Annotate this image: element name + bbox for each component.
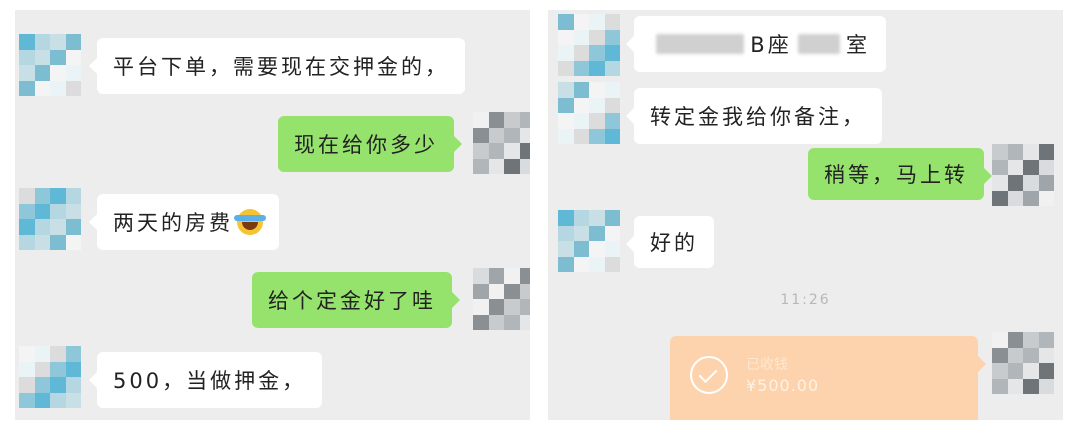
message-text: 两天的房费 (113, 211, 233, 235)
message-bubble-incoming[interactable]: B座 室 (626, 16, 886, 72)
message-bubble-incoming[interactable]: 平台下单，需要现在交押金的， (89, 38, 465, 94)
check-circle-icon (690, 356, 728, 394)
right-chat-panel: B座 室 转定金我给你备注， 稍等，马上转 好的 11:26 已收钱 ¥500.… (548, 10, 1063, 420)
message-text: 现在给你多少 (294, 133, 438, 157)
contact-avatar[interactable] (19, 34, 81, 96)
message-text: 500，当做押金， (113, 369, 307, 393)
transfer-amount: ¥500.00 (746, 376, 820, 395)
message-bubble-incoming[interactable]: 500，当做押金， (88, 352, 323, 408)
message-bubble-incoming[interactable]: 转定金我给你备注， (626, 88, 882, 144)
message-text: 室 (846, 33, 870, 57)
message-text: B座 (750, 33, 792, 57)
transfer-status-label: 已收钱 (746, 357, 788, 373)
laughing-tears-emoji-icon (234, 209, 266, 235)
money-transfer-card[interactable]: 已收钱 ¥500.00 (670, 336, 986, 420)
user-avatar[interactable] (473, 112, 530, 174)
message-text: 好的 (650, 231, 698, 255)
redacted-text (656, 34, 745, 54)
contact-avatar[interactable] (558, 82, 620, 144)
contact-avatar[interactable] (19, 346, 81, 408)
message-bubble-incoming[interactable]: 两天的房费 (89, 194, 279, 250)
left-chat-panel: 平台下单，需要现在交押金的， 现在给你多少 两天的房费 给个定金好了哇 500，… (15, 10, 530, 420)
message-text: 给个定金好了哇 (268, 289, 436, 313)
message-timestamp: 11:26 (780, 292, 831, 308)
contact-avatar[interactable] (558, 14, 620, 76)
user-avatar[interactable] (473, 268, 530, 330)
message-bubble-outgoing[interactable]: 给个定金好了哇 (252, 272, 460, 328)
contact-avatar[interactable] (19, 188, 81, 250)
user-avatar[interactable] (992, 332, 1054, 394)
message-bubble-outgoing[interactable]: 稍等，马上转 (808, 148, 992, 200)
message-text: 转定金我给你备注， (650, 105, 866, 129)
contact-avatar[interactable] (558, 210, 620, 272)
message-text: 稍等，马上转 (824, 163, 968, 187)
message-bubble-outgoing[interactable]: 现在给你多少 (278, 116, 462, 172)
message-bubble-incoming[interactable]: 好的 (626, 216, 714, 268)
user-avatar[interactable] (992, 144, 1054, 206)
message-text: 平台下单，需要现在交押金的， (113, 55, 449, 79)
redacted-text (797, 34, 840, 54)
